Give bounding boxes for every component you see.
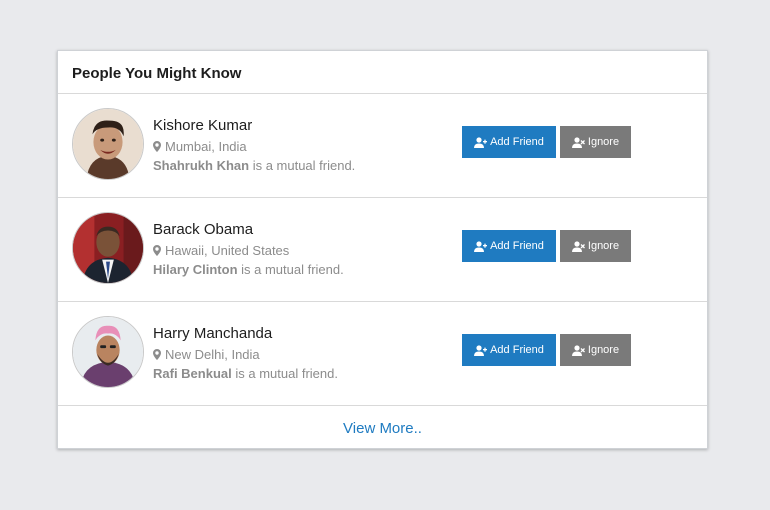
card-header: People You Might Know bbox=[58, 51, 707, 94]
person-location: New Delhi, India bbox=[153, 346, 338, 363]
ignore-label: Ignore bbox=[587, 240, 620, 252]
view-more-link[interactable]: View More.. bbox=[343, 420, 422, 437]
user-plus-icon bbox=[474, 136, 488, 148]
location-text: New Delhi, India bbox=[165, 347, 260, 362]
user-times-icon bbox=[571, 136, 585, 148]
mutual-friend-text: Shahrukh Khan is a mutual friend. bbox=[153, 157, 355, 174]
user-plus-icon bbox=[474, 344, 488, 356]
person-info: Harry Manchanda New Delhi, India Rafi Be… bbox=[153, 325, 338, 382]
ignore-label: Ignore bbox=[587, 344, 620, 356]
ignore-button[interactable]: Ignore bbox=[560, 126, 631, 158]
avatar-photo-icon bbox=[73, 213, 143, 283]
mutual-friend-text: Rafi Benkual is a mutual friend. bbox=[153, 365, 338, 382]
avatar-photo-icon bbox=[73, 109, 143, 179]
person-location: Hawaii, United States bbox=[153, 242, 344, 259]
ignore-button[interactable]: Ignore bbox=[560, 334, 631, 366]
mutual-friend-suffix: is a mutual friend. bbox=[231, 366, 338, 381]
person-name[interactable]: Kishore Kumar bbox=[153, 117, 355, 135]
location-text: Hawaii, United States bbox=[165, 243, 290, 258]
map-marker-icon bbox=[153, 141, 161, 152]
mutual-friend-suffix: is a mutual friend. bbox=[249, 158, 356, 173]
add-friend-label: Add Friend bbox=[490, 240, 544, 252]
user-times-icon bbox=[571, 240, 585, 252]
card-footer: View More.. bbox=[58, 406, 707, 451]
add-friend-button[interactable]: Add Friend bbox=[462, 334, 556, 366]
mutual-friend-suffix: is a mutual friend. bbox=[237, 262, 344, 277]
person-info: Kishore Kumar Mumbai, India Shahrukh Kha… bbox=[153, 117, 355, 174]
mutual-friend-name[interactable]: Shahrukh Khan bbox=[153, 158, 249, 173]
add-friend-button[interactable]: Add Friend bbox=[462, 230, 556, 262]
ignore-label: Ignore bbox=[587, 136, 620, 148]
card-title: People You Might Know bbox=[72, 64, 242, 82]
location-text: Mumbai, India bbox=[165, 139, 247, 154]
person-row: Kishore Kumar Mumbai, India Shahrukh Kha… bbox=[58, 94, 707, 198]
user-times-icon bbox=[571, 344, 585, 356]
map-marker-icon bbox=[153, 349, 161, 360]
ignore-button[interactable]: Ignore bbox=[560, 230, 631, 262]
person-info: Barack Obama Hawaii, United States Hilar… bbox=[153, 221, 344, 278]
avatar-photo-icon bbox=[73, 317, 143, 387]
avatar[interactable] bbox=[72, 316, 144, 388]
avatar[interactable] bbox=[72, 212, 144, 284]
person-location: Mumbai, India bbox=[153, 138, 355, 155]
avatar[interactable] bbox=[72, 108, 144, 180]
person-row: Barack Obama Hawaii, United States Hilar… bbox=[58, 198, 707, 302]
map-marker-icon bbox=[153, 245, 161, 256]
add-friend-label: Add Friend bbox=[490, 136, 544, 148]
people-you-might-know-card: People You Might Know Kishore Kumar Mumb… bbox=[57, 50, 708, 449]
mutual-friend-name[interactable]: Rafi Benkual bbox=[153, 366, 232, 381]
add-friend-label: Add Friend bbox=[490, 344, 544, 356]
mutual-friend-text: Hilary Clinton is a mutual friend. bbox=[153, 261, 344, 278]
person-row: Harry Manchanda New Delhi, India Rafi Be… bbox=[58, 302, 707, 406]
add-friend-button[interactable]: Add Friend bbox=[462, 126, 556, 158]
person-name[interactable]: Barack Obama bbox=[153, 221, 344, 239]
person-name[interactable]: Harry Manchanda bbox=[153, 325, 338, 343]
mutual-friend-name[interactable]: Hilary Clinton bbox=[153, 262, 238, 277]
user-plus-icon bbox=[474, 240, 488, 252]
